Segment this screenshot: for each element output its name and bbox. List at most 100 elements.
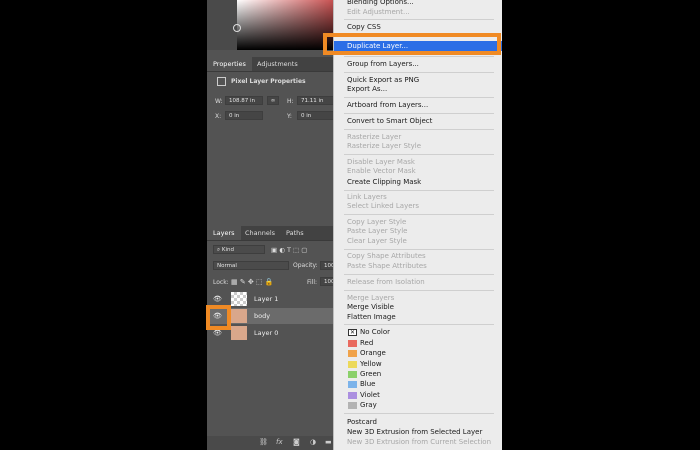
x-label: X: (215, 113, 222, 120)
menu-item[interactable]: Artboard from Layers... (334, 100, 502, 110)
menu-separator (344, 274, 494, 275)
menu-item[interactable]: Group from Layers... (334, 59, 502, 69)
mask-icon[interactable]: ◙ (293, 438, 300, 446)
filter-kind-select[interactable]: ⌕ Kind (213, 245, 265, 254)
color-swatch (348, 349, 357, 357)
layer-thumbnail (231, 326, 247, 340)
menu-item-color[interactable]: Red (334, 338, 502, 348)
x-field[interactable]: 0 in (225, 111, 263, 120)
properties-title: Pixel Layer Properties (231, 78, 306, 85)
color-label: Violet (360, 391, 380, 399)
color-swatch (348, 370, 357, 378)
layer-name: Layer 0 (254, 329, 279, 337)
eye-icon[interactable]: 👁 (213, 329, 222, 337)
color-label: Green (360, 370, 382, 378)
menu-item: Rasterize Layer Style (347, 142, 422, 150)
tab-adjustments[interactable]: Adjustments (251, 57, 304, 71)
toolbar-strip (207, 0, 237, 50)
menu-item-color[interactable]: ✕ No Color (334, 327, 502, 337)
adjustment-icon[interactable]: ◑ (310, 438, 316, 446)
color-label: Orange (360, 349, 386, 357)
lock-icons[interactable]: ▦ ✎ ✥ ⬚ 🔒 (231, 278, 274, 286)
no-color-icon: ✕ (348, 328, 357, 336)
menu-item[interactable]: Export As... (334, 84, 502, 94)
menu-item: Enable Vector Mask (347, 167, 416, 175)
y-label: Y: (287, 113, 292, 120)
menu-item[interactable]: Flatten Image (334, 312, 502, 322)
color-picker-field[interactable] (233, 0, 337, 50)
color-swatch (348, 339, 357, 347)
layer-thumbnail (231, 292, 247, 306)
menu-separator (344, 129, 494, 130)
color-swatch (348, 401, 357, 409)
highlight-visibility-eye (206, 305, 231, 330)
color-label: Red (360, 339, 374, 347)
layer-thumbnail (231, 309, 247, 323)
menu-separator (344, 214, 494, 215)
menu-item[interactable]: Convert to Smart Object (334, 116, 502, 126)
layer-context-menu: Blending Options... Edit Adjustment... Cop… (333, 0, 502, 450)
layer-name: body (254, 312, 271, 320)
y-field[interactable]: 0 in (297, 111, 335, 120)
menu-separator (344, 19, 494, 20)
menu-item: Release from Isolation (347, 278, 425, 286)
color-picker-handle[interactable] (233, 24, 241, 32)
menu-separator (344, 290, 494, 291)
menu-separator (344, 249, 494, 250)
blend-mode-select[interactable]: Normal (213, 261, 289, 270)
color-label: Gray (360, 401, 377, 409)
menu-item: Paste Layer Style (347, 227, 408, 235)
link-icon[interactable]: ⛓ (259, 438, 268, 446)
menu-item[interactable]: Create Clipping Mask (334, 177, 502, 187)
filter-icons[interactable]: ▣ ◐ T ⬚ ▢ (271, 246, 307, 254)
menu-item-color[interactable]: Yellow (334, 359, 502, 369)
width-label: W: (215, 98, 223, 105)
menu-separator (344, 56, 494, 57)
menu-item: Copy Shape Attributes (347, 252, 426, 260)
tab-paths[interactable]: Paths (280, 226, 310, 240)
menu-separator (344, 113, 494, 114)
color-label: No Color (360, 328, 391, 336)
highlight-duplicate-layer (323, 33, 501, 55)
height-label: H: (287, 98, 294, 105)
fx-icon[interactable]: fx (276, 438, 283, 446)
height-field[interactable]: 71.11 in (297, 96, 335, 105)
eye-icon[interactable]: 👁 (213, 295, 222, 303)
tab-layers[interactable]: Layers (207, 226, 241, 240)
menu-separator (344, 97, 494, 98)
menu-item: Edit Adjustment... (347, 8, 410, 16)
color-swatch (348, 380, 357, 388)
menu-item-color[interactable]: Blue (334, 379, 502, 389)
pixel-layer-icon (217, 77, 226, 86)
menu-item: Select Linked Layers (347, 202, 420, 210)
menu-separator (344, 190, 494, 191)
layer-name: Layer 1 (254, 295, 279, 303)
menu-separator (344, 154, 494, 155)
menu-item[interactable]: New 3D Extrusion from Selected Layer (334, 427, 502, 437)
menu-item[interactable]: Blending Options... (334, 0, 502, 7)
fill-label: Fill: (307, 279, 318, 286)
menu-item-color[interactable]: Gray (334, 400, 502, 410)
tab-channels[interactable]: Channels (239, 226, 281, 240)
opacity-label: Opacity: (293, 262, 318, 269)
menu-item-color[interactable]: Violet (334, 390, 502, 400)
menu-separator (344, 324, 494, 325)
menu-item-color[interactable]: Orange (334, 348, 502, 358)
menu-separator (344, 72, 494, 73)
menu-item: Paste Shape Attributes (347, 262, 427, 270)
color-swatch (348, 391, 357, 399)
menu-item[interactable]: Copy CSS (334, 22, 502, 32)
menu-item-color[interactable]: Green (334, 369, 502, 379)
menu-item: Clear Layer Style (347, 237, 407, 245)
menu-item[interactable]: Merge Visible (334, 302, 502, 312)
folder-icon[interactable]: ▬ (325, 438, 332, 446)
color-label: Yellow (360, 360, 382, 368)
link-dimensions-icon[interactable]: ∞ (267, 96, 279, 105)
tab-properties[interactable]: Properties (207, 57, 252, 71)
menu-separator (344, 413, 494, 414)
color-label: Blue (360, 380, 376, 388)
filter-kind-label: Kind (221, 247, 234, 253)
menu-item: New 3D Extrusion from Current Selection (347, 438, 492, 446)
width-field[interactable]: 108.87 in (225, 96, 263, 105)
menu-item[interactable]: Postcard (334, 417, 502, 427)
